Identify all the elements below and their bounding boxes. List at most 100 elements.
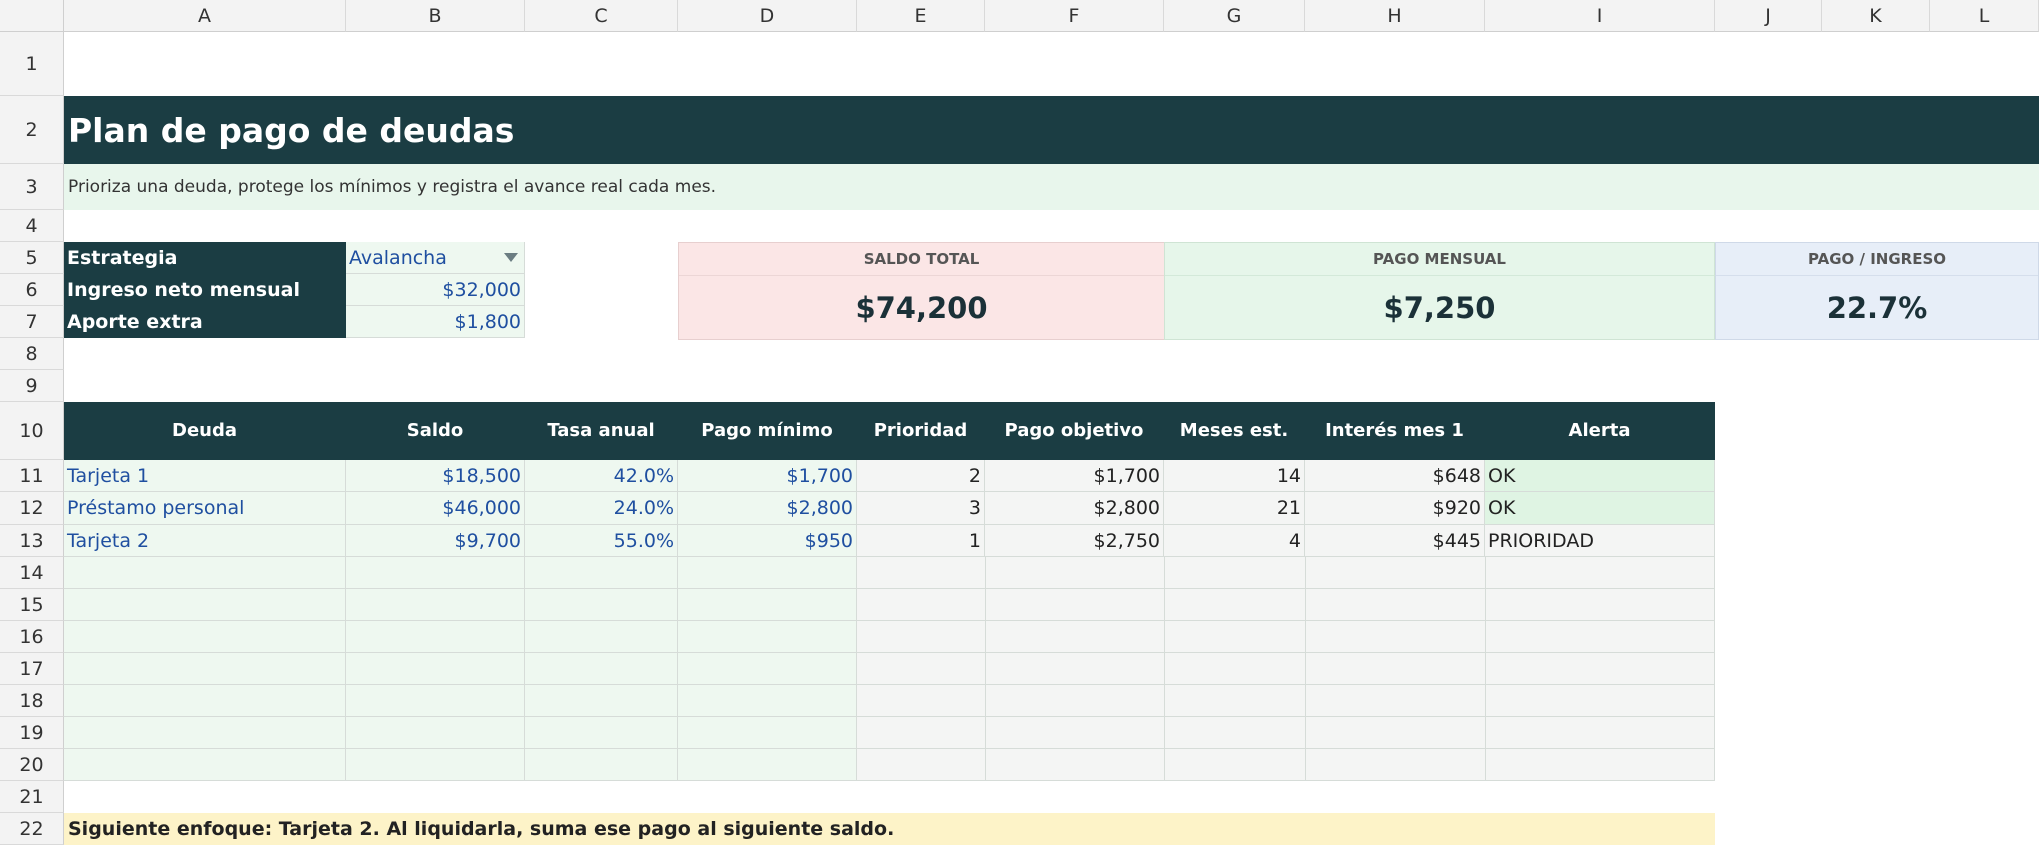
table-cell-pago-objetivo[interactable]: $2,800 [985, 492, 1164, 525]
row-header-11[interactable]: 11 [0, 460, 64, 492]
empty-input-cell[interactable] [525, 653, 678, 685]
row-header-10[interactable]: 10 [0, 402, 64, 460]
sheet-title[interactable]: Plan de pago de deudas [64, 96, 2039, 164]
table-cell-prioridad[interactable]: 2 [857, 460, 985, 492]
empty-input-cell[interactable] [525, 557, 678, 589]
table-header-prioridad[interactable]: Prioridad [857, 402, 985, 460]
empty-input-cell[interactable] [678, 717, 857, 749]
row-header-3[interactable]: 3 [0, 164, 64, 210]
empty-input-cell[interactable] [346, 749, 525, 781]
table-cell-meses[interactable]: 14 [1164, 460, 1305, 492]
strategy-dropdown[interactable]: Avalancha [346, 242, 525, 274]
column-header-k[interactable]: K [1822, 0, 1930, 32]
dropdown-arrow-icon[interactable] [504, 253, 518, 262]
column-header-l[interactable]: L [1930, 0, 2039, 32]
table-header-meses[interactable]: Meses est. [1164, 402, 1305, 460]
empty-input-cell[interactable] [678, 589, 857, 621]
table-cell-pago-minimo[interactable]: $950 [678, 525, 857, 557]
row-header-14[interactable]: 14 [0, 557, 64, 589]
table-cell-alerta[interactable]: OK [1485, 492, 1715, 525]
row-header-4[interactable]: 4 [0, 210, 64, 242]
row-header-17[interactable]: 17 [0, 653, 64, 685]
column-header-f[interactable]: F [985, 0, 1164, 32]
column-header-i[interactable]: I [1485, 0, 1715, 32]
empty-input-cell[interactable] [64, 557, 346, 589]
table-cell-alerta[interactable]: OK [1485, 460, 1715, 492]
row-header-6[interactable]: 6 [0, 274, 64, 306]
table-cell-saldo[interactable]: $9,700 [346, 525, 525, 557]
column-header-b[interactable]: B [346, 0, 525, 32]
empty-input-cell[interactable] [64, 621, 346, 653]
table-header-interes[interactable]: Interés mes 1 [1305, 402, 1485, 460]
empty-input-cell[interactable] [678, 621, 857, 653]
empty-input-cell[interactable] [64, 653, 346, 685]
table-cell-interes[interactable]: $445 [1305, 525, 1485, 557]
empty-input-cell[interactable] [525, 749, 678, 781]
empty-input-cell[interactable] [678, 685, 857, 717]
row-header-9[interactable]: 9 [0, 370, 64, 402]
column-header-g[interactable]: G [1164, 0, 1305, 32]
table-cell-tasa[interactable]: 24.0% [525, 492, 678, 525]
column-header-a[interactable]: A [64, 0, 346, 32]
kpi-value[interactable]: $74,200 [679, 276, 1164, 340]
empty-input-cell[interactable] [346, 589, 525, 621]
table-header-tasa[interactable]: Tasa anual [525, 402, 678, 460]
table-cell-tasa[interactable]: 42.0% [525, 460, 678, 492]
row-header-19[interactable]: 19 [0, 717, 64, 749]
column-header-j[interactable]: J [1715, 0, 1822, 32]
select-all-corner[interactable] [0, 0, 64, 32]
table-cell-prioridad[interactable]: 3 [857, 492, 985, 525]
empty-input-cell[interactable] [525, 589, 678, 621]
table-cell-tasa[interactable]: 55.0% [525, 525, 678, 557]
empty-input-cell[interactable] [64, 717, 346, 749]
empty-input-cell[interactable] [678, 653, 857, 685]
column-header-d[interactable]: D [678, 0, 857, 32]
table-cell-pago-minimo[interactable]: $1,700 [678, 460, 857, 492]
empty-input-cell[interactable] [64, 749, 346, 781]
empty-input-cell[interactable] [346, 621, 525, 653]
row-header-18[interactable]: 18 [0, 685, 64, 717]
table-cell-pago-minimo[interactable]: $2,800 [678, 492, 857, 525]
column-header-e[interactable]: E [857, 0, 985, 32]
empty-input-cell[interactable] [678, 557, 857, 589]
row-header-12[interactable]: 12 [0, 492, 64, 525]
table-cell-saldo[interactable]: $46,000 [346, 492, 525, 525]
row-header-16[interactable]: 16 [0, 621, 64, 653]
table-cell-deuda[interactable]: Tarjeta 1 [64, 460, 346, 492]
empty-input-cell[interactable] [64, 685, 346, 717]
row-header-21[interactable]: 21 [0, 781, 64, 813]
table-cell-meses[interactable]: 4 [1164, 525, 1305, 557]
table-header-pago-minimo[interactable]: Pago mínimo [678, 402, 857, 460]
empty-input-cell[interactable] [678, 749, 857, 781]
row-header-1[interactable]: 1 [0, 32, 64, 96]
row-header-5[interactable]: 5 [0, 242, 64, 274]
table-cell-saldo[interactable]: $18,500 [346, 460, 525, 492]
table-cell-prioridad[interactable]: 1 [857, 525, 985, 557]
row-header-13[interactable]: 13 [0, 525, 64, 557]
empty-input-cell[interactable] [346, 557, 525, 589]
empty-input-cell[interactable] [525, 621, 678, 653]
sheet-subtitle[interactable]: Prioriza una deuda, protege los mínimos … [64, 164, 2039, 210]
column-header-h[interactable]: H [1305, 0, 1485, 32]
next-focus-note[interactable]: Siguiente enfoque: Tarjeta 2. Al liquida… [64, 813, 1715, 845]
table-cell-interes[interactable]: $648 [1305, 460, 1485, 492]
table-cell-deuda[interactable]: Préstamo personal [64, 492, 346, 525]
row-header-7[interactable]: 7 [0, 306, 64, 338]
table-header-saldo[interactable]: Saldo [346, 402, 525, 460]
table-header-alerta[interactable]: Alerta [1485, 402, 1715, 460]
table-header-deuda[interactable]: Deuda [64, 402, 346, 460]
income-input[interactable]: $32,000 [346, 274, 525, 306]
table-cell-alerta[interactable]: PRIORIDAD [1485, 525, 1715, 557]
table-cell-pago-objetivo[interactable]: $2,750 [985, 525, 1164, 557]
empty-input-cell[interactable] [346, 717, 525, 749]
table-cell-pago-objetivo[interactable]: $1,700 [985, 460, 1164, 492]
row-header-20[interactable]: 20 [0, 749, 64, 781]
empty-input-cell[interactable] [346, 685, 525, 717]
kpi-value[interactable]: 22.7% [1716, 276, 2038, 340]
empty-input-cell[interactable] [64, 589, 346, 621]
empty-input-cell[interactable] [346, 653, 525, 685]
row-header-2[interactable]: 2 [0, 96, 64, 164]
empty-input-cell[interactable] [525, 685, 678, 717]
table-cell-interes[interactable]: $920 [1305, 492, 1485, 525]
row-header-8[interactable]: 8 [0, 338, 64, 370]
